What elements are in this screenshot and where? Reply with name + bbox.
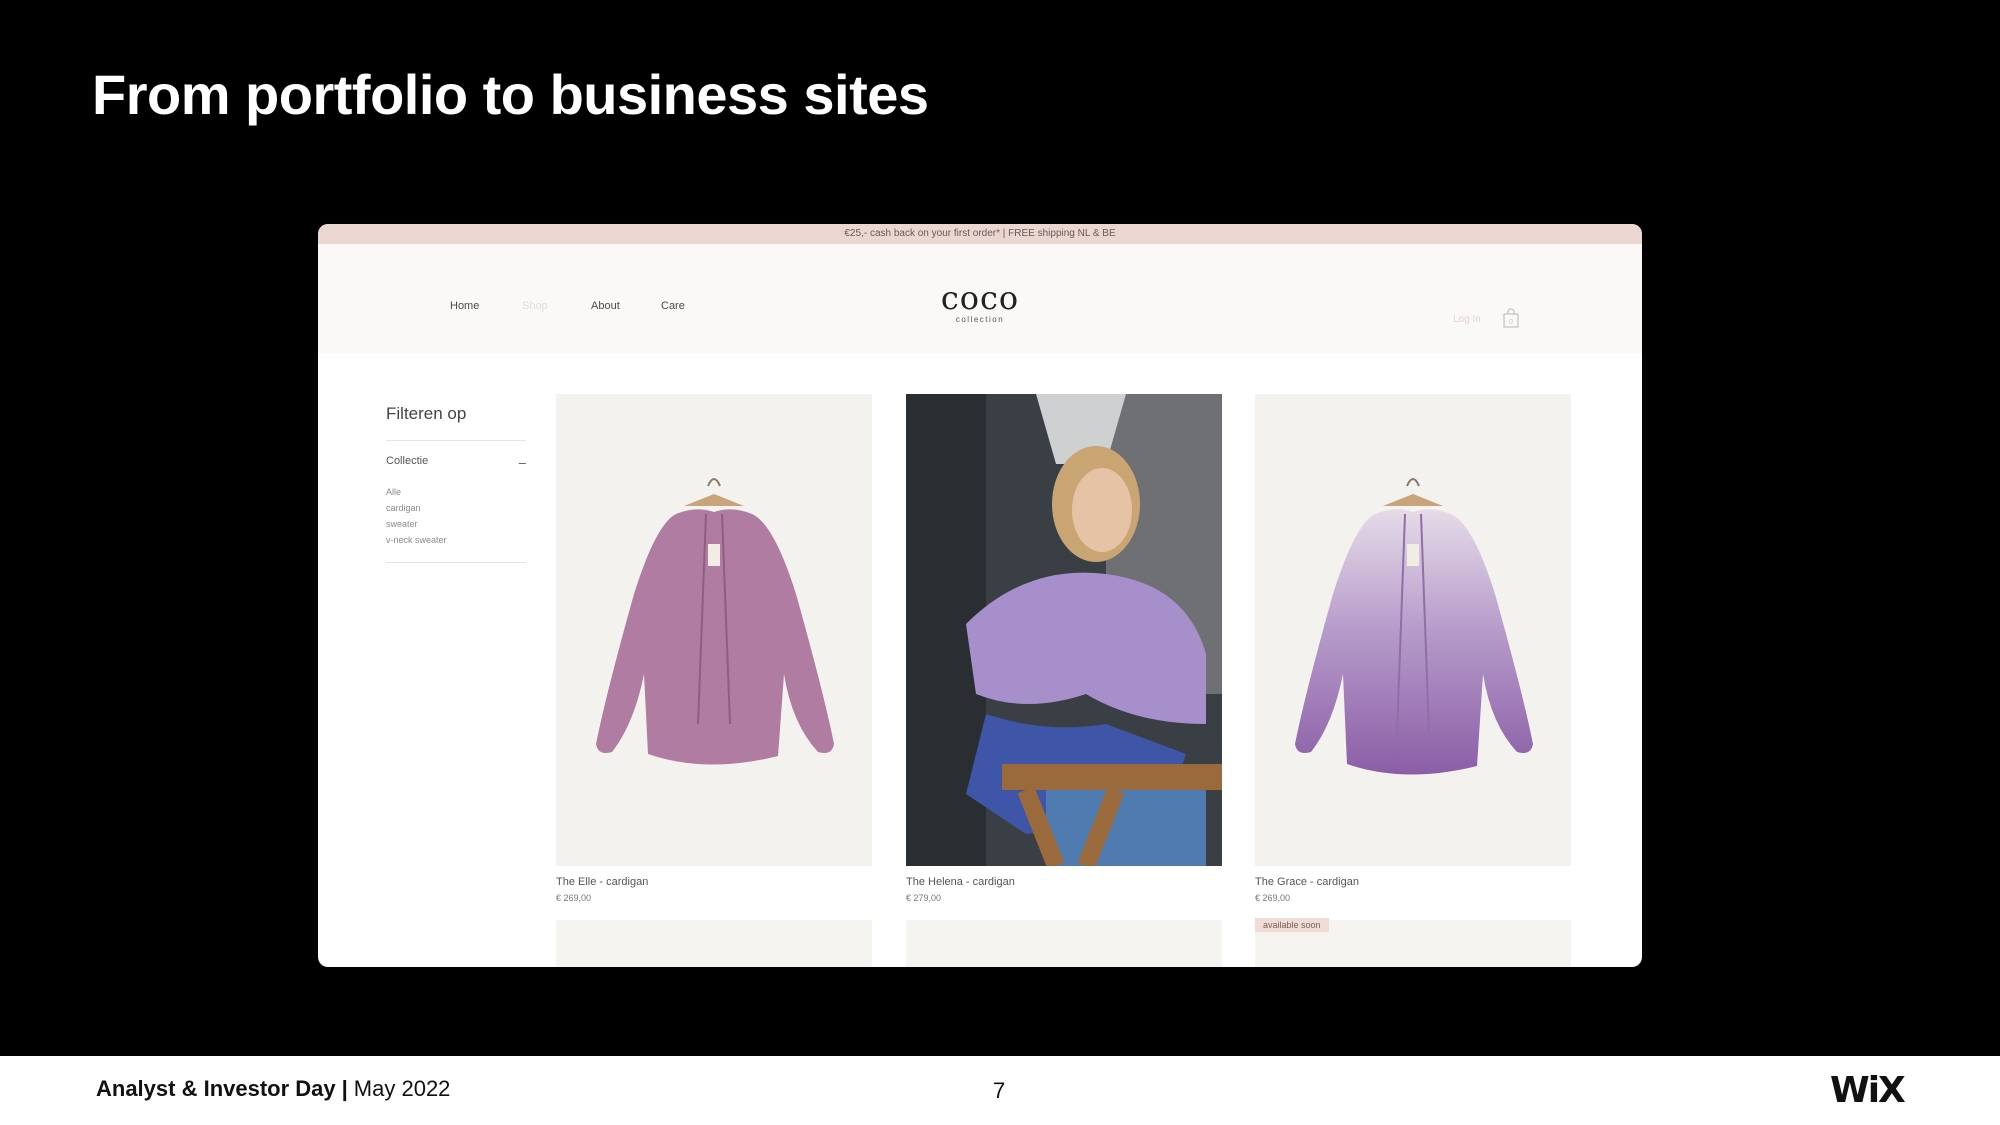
product-card[interactable]: The Grace - cardigan € 269,00 bbox=[1255, 394, 1571, 903]
page-number: 7 bbox=[993, 1078, 1006, 1103]
slide-footer: Analyst & Investor Day | May 2022 7 WiX bbox=[0, 1056, 2000, 1125]
model-photo bbox=[906, 394, 1222, 866]
collection-toggle[interactable]: Collectie – bbox=[386, 455, 526, 470]
product-name[interactable]: The Helena - cardigan bbox=[906, 876, 1222, 888]
product-price: € 269,00 bbox=[556, 893, 592, 903]
product-price: € 279,00 bbox=[906, 893, 942, 903]
wix-logo: WiX bbox=[1830, 1070, 1906, 1111]
nav-home[interactable]: Home bbox=[450, 300, 510, 312]
product-name[interactable]: The Elle - cardigan bbox=[556, 876, 872, 888]
filter-sidebar: Filteren op Collectie – Alle cardigan sw… bbox=[386, 404, 526, 563]
website-screenshot: €25,- cash back on your first order* | F… bbox=[318, 224, 1642, 967]
product-image[interactable] bbox=[1255, 394, 1571, 866]
product-image[interactable] bbox=[906, 394, 1222, 866]
collection-label: Collectie bbox=[386, 455, 429, 467]
filter-option-all[interactable]: Alle bbox=[386, 484, 526, 500]
filter-option-cardigan[interactable]: cardigan bbox=[386, 500, 526, 516]
product-card-partial[interactable] bbox=[556, 920, 872, 967]
collapse-icon[interactable]: – bbox=[519, 455, 526, 470]
filter-option-sweater[interactable]: sweater bbox=[386, 516, 526, 532]
product-price: € 269,00 bbox=[1255, 893, 1291, 903]
footer-event-info: Analyst & Investor Day | May 2022 bbox=[96, 1076, 450, 1102]
product-name[interactable]: The Grace - cardigan bbox=[1255, 876, 1571, 888]
shopping-bag-icon[interactable]: 0 bbox=[1502, 308, 1520, 328]
filter-option-vneck[interactable]: v-neck sweater bbox=[386, 532, 526, 548]
nav-care[interactable]: Care bbox=[661, 300, 721, 312]
product-card[interactable]: The Helena - cardigan € 279,00 bbox=[906, 394, 1222, 903]
promo-banner: €25,- cash back on your first order* | F… bbox=[318, 224, 1642, 244]
product-image[interactable] bbox=[556, 394, 872, 866]
nav-about[interactable]: About bbox=[591, 300, 651, 312]
event-date: May 2022 bbox=[353, 1076, 451, 1101]
slide-title: From portfolio to business sites bbox=[92, 63, 929, 126]
footer-separator: | bbox=[341, 1076, 348, 1101]
product-card[interactable]: The Elle - cardigan € 269,00 bbox=[556, 394, 872, 903]
cardigan-image bbox=[556, 394, 872, 866]
event-name: Analyst & Investor Day bbox=[96, 1076, 336, 1101]
filter-list: Alle cardigan sweater v-neck sweater bbox=[386, 484, 526, 563]
filter-title: Filteren op bbox=[386, 404, 526, 441]
login-link[interactable]: Log In bbox=[1453, 314, 1481, 325]
logo-text: coco bbox=[940, 279, 1020, 317]
site-header: Home Shop About Care coco collection Log… bbox=[318, 244, 1642, 354]
cardigan-image bbox=[1255, 394, 1571, 866]
nav-shop[interactable]: Shop bbox=[522, 300, 582, 312]
availability-badge: available soon bbox=[1255, 918, 1329, 932]
product-card-partial[interactable] bbox=[906, 920, 1222, 967]
svg-text:0: 0 bbox=[1509, 319, 1513, 326]
site-logo[interactable]: coco collection bbox=[930, 282, 1030, 324]
